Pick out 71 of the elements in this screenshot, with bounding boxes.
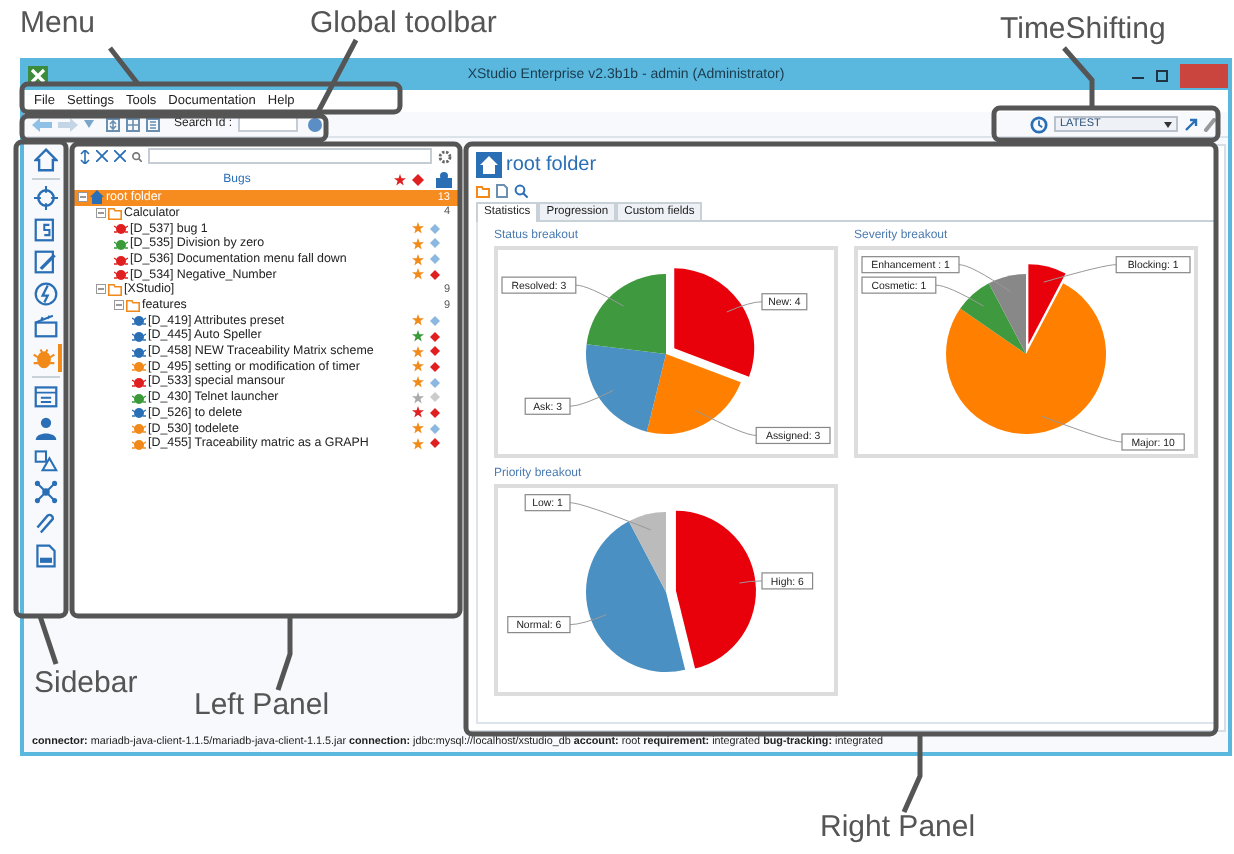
back-arrow-icon[interactable] [32,117,52,131]
folder-icon[interactable] [476,184,490,198]
callout-label: Global toolbar [310,6,497,42]
help-icon[interactable] [308,117,323,131]
person-icon [33,416,57,440]
sidebar-item[interactable] [29,280,61,308]
callout-label: Left Panel [194,688,330,724]
sidebar-item[interactable] [29,478,61,506]
callout-label: Right Panel [820,810,976,846]
callout-label: TimeShifting [1000,12,1166,48]
leader-line [901,734,923,813]
leader-line [1040,415,1123,443]
shapes-icon [33,448,57,472]
leader-line [695,410,757,436]
search-icon[interactable] [514,184,528,198]
document-dollar-icon [33,218,57,242]
folder-title: root folder [506,152,597,180]
search-icon [132,151,142,161]
collapse-toggle-icon[interactable] [96,284,106,295]
leader-line [726,301,763,313]
collapse-toggle-icon[interactable] [96,208,106,219]
clapperboard-icon [33,314,57,338]
wrench-icon [33,250,57,274]
expand-icon[interactable] [96,150,108,162]
clock-icon [1030,115,1048,133]
leader-line [935,284,985,307]
grid-icon[interactable] [146,117,160,131]
callout-label: Sidebar [34,666,138,702]
leader-line [108,46,140,86]
leader-line [37,615,59,665]
collapse-toggle-icon[interactable] [114,300,124,311]
caret-icon [1164,121,1172,127]
leader-line [958,264,1012,293]
up-down-arrow-icon[interactable] [80,149,90,163]
document-icon[interactable] [496,184,508,198]
house-icon [90,190,104,205]
gear-icon[interactable] [438,149,452,163]
tree-search-field[interactable] [148,148,432,164]
network-icon [33,480,57,504]
leader-line [1062,46,1095,108]
leader-line [569,389,614,407]
leader-line [1043,264,1117,283]
star-icon [394,174,406,186]
bug-icon [31,346,55,370]
sidebar-item[interactable] [29,146,61,174]
lightning-icon [33,282,57,306]
target-icon [33,186,57,210]
sidebar-item[interactable] [29,446,61,474]
leader-line [738,580,763,584]
collapse-icon[interactable] [114,150,126,162]
forward-arrow-icon[interactable] [58,117,78,131]
sidebar-item[interactable] [29,248,61,276]
leader-line [569,614,607,626]
sidebar-item[interactable] [29,184,61,212]
users-icon[interactable] [436,172,452,188]
home-icon [33,148,57,172]
sidebar-item[interactable] [29,382,61,410]
callout-label: Menu [20,6,96,42]
collapse-toggle-icon[interactable] [78,192,88,203]
house-icon [476,152,502,178]
link-icon[interactable] [1184,117,1198,131]
leader-line [569,502,652,531]
expand-icon[interactable] [106,117,120,131]
flag-icon [412,174,424,186]
document-icon [33,544,57,568]
sidebar-item[interactable] [29,312,61,340]
maximize-icon[interactable] [1156,70,1168,82]
leader-line [575,284,625,307]
grid-icon[interactable] [126,117,140,131]
leader-line [275,616,293,691]
calendar-icon [33,384,57,408]
